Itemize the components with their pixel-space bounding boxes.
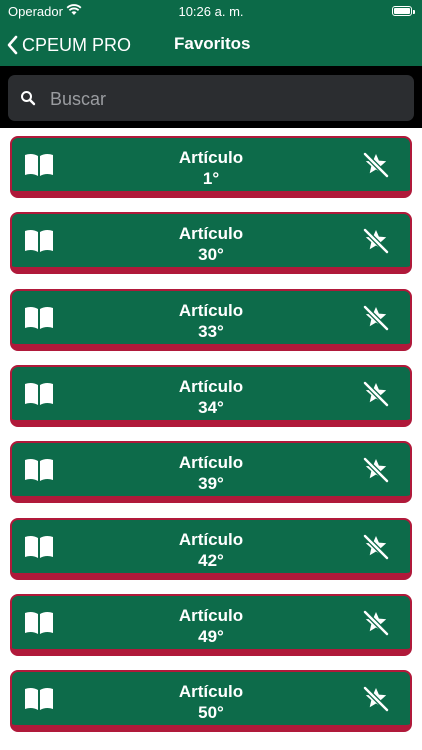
status-bar: Operador 10:26 a. m. — [0, 0, 422, 24]
article-number: 33° — [198, 321, 224, 341]
article-number: 42° — [198, 550, 224, 570]
article-label: Artículo — [178, 148, 244, 167]
favorite-item[interactable]: Artículo 1° — [10, 136, 412, 198]
star-slash-icon[interactable] — [362, 380, 390, 408]
book-icon — [25, 611, 53, 634]
article-label: Artículo — [178, 453, 244, 473]
favorite-item-title: Artículo 33° — [72, 300, 350, 342]
favorite-item[interactable]: Artículo 33° — [10, 288, 412, 351]
article-number: 1° — [202, 169, 220, 188]
star-slash-icon[interactable] — [362, 609, 390, 637]
navigation-bar: CPEUM PRO Favoritos — [0, 24, 422, 66]
article-number: 34° — [198, 397, 224, 417]
article-label: Artículo — [178, 529, 244, 549]
article-label: Artículo — [178, 682, 244, 702]
favorite-item-title: Artículo 30° — [72, 223, 350, 265]
book-icon — [25, 230, 53, 253]
favorite-item[interactable]: Artículo 50° — [10, 670, 412, 733]
book-icon — [25, 382, 53, 405]
star-slash-icon[interactable] — [362, 533, 390, 561]
article-label: Artículo — [178, 224, 244, 244]
star-slash-icon[interactable] — [362, 456, 390, 484]
search-bar — [0, 66, 422, 128]
star-slash-icon[interactable] — [362, 151, 390, 179]
favorite-item-title: Artículo 49° — [72, 605, 350, 647]
search-input[interactable] — [48, 75, 402, 123]
search-icon — [21, 91, 36, 106]
article-label: Artículo — [178, 300, 244, 320]
favorite-item[interactable]: Artículo 39° — [10, 441, 412, 504]
article-number: 39° — [198, 474, 224, 494]
article-number: 50° — [198, 703, 224, 723]
page-title: Favoritos — [174, 34, 251, 53]
book-icon — [25, 535, 53, 558]
back-button-label: CPEUM PRO — [22, 34, 132, 55]
star-slash-icon[interactable] — [362, 304, 390, 332]
favorite-item[interactable]: Artículo 42° — [10, 517, 412, 580]
star-slash-icon[interactable] — [362, 227, 390, 255]
star-slash-icon[interactable] — [362, 685, 390, 713]
back-button[interactable]: CPEUM PRO — [6, 30, 131, 60]
favorite-item-title: Artículo 50° — [72, 681, 350, 723]
favorite-item[interactable]: Artículo 34° — [10, 364, 412, 427]
book-icon — [25, 306, 53, 329]
article-label: Artículo — [178, 605, 244, 625]
favorite-item-title: Artículo 1° — [72, 147, 350, 189]
book-icon — [25, 459, 53, 482]
book-icon — [25, 688, 53, 711]
favorite-item-title: Artículo 39° — [72, 452, 350, 494]
favorite-item[interactable]: Artículo 49° — [10, 593, 412, 656]
battery-icon — [392, 6, 415, 16]
book-icon — [25, 153, 53, 176]
article-label: Artículo — [178, 376, 244, 396]
article-number: 30° — [198, 245, 224, 265]
favorite-item-title: Artículo 42° — [72, 529, 350, 571]
status-time: 10:26 a. m. — [178, 4, 244, 19]
chevron-left-icon — [7, 35, 18, 55]
favorite-item[interactable]: Artículo 30° — [10, 212, 412, 275]
search-field[interactable] — [8, 75, 414, 123]
article-number: 49° — [198, 626, 224, 646]
favorite-item-title: Artículo 34° — [72, 376, 350, 418]
